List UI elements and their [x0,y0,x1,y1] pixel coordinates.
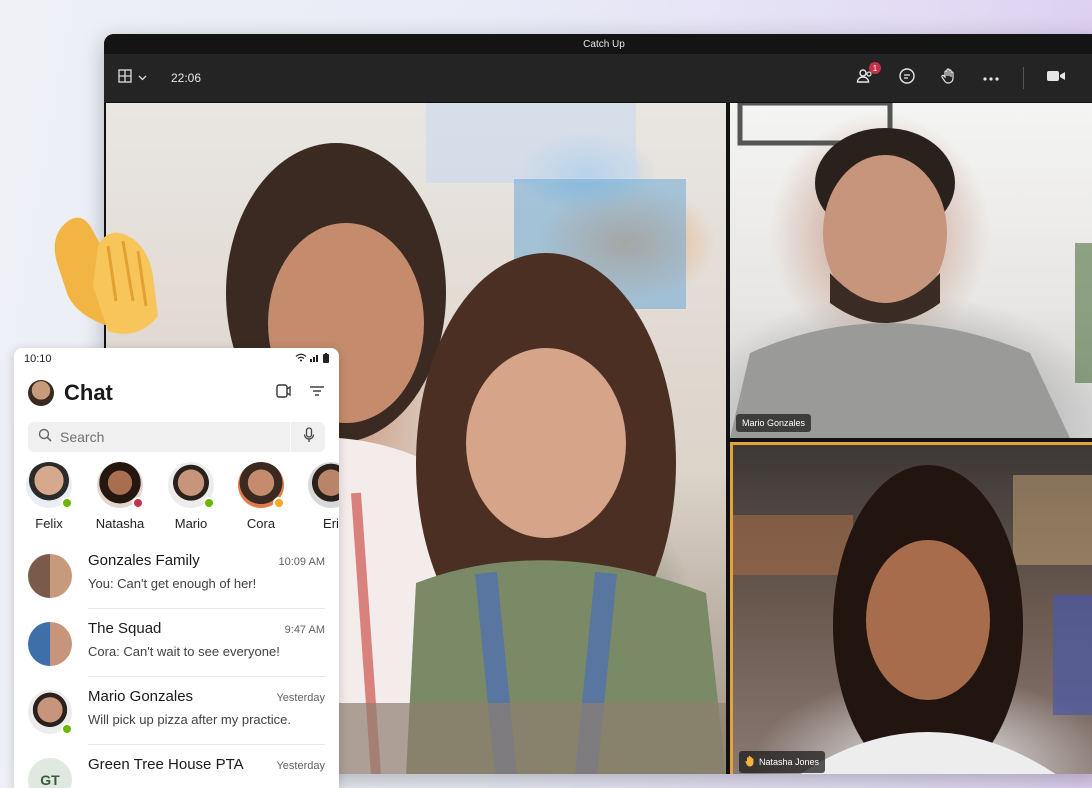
avatar [26,462,73,509]
initials-avatar: GT [28,758,72,788]
chat-preview: Cora: Can't wait to see everyone! [88,644,280,659]
group-avatar [28,554,72,598]
chat-time: Yesterday [276,760,325,772]
chat-button[interactable] [897,67,917,90]
search-divider [290,422,291,452]
layout-icon[interactable] [118,68,132,88]
status-time: 10:10 [24,353,52,365]
status-bar: 10:10 [14,348,339,370]
chat-preview: Will pick up pizza after my practice. [88,712,292,727]
search-input[interactable]: Search [28,422,325,452]
search-icon [38,428,52,447]
more-button[interactable] [981,68,1001,88]
chat-time: Yesterday [276,692,325,704]
search-placeholder: Search [60,429,105,445]
presence-available-icon [61,497,73,509]
participant-name-tag: Mario Gonzales [736,414,812,432]
favorite-name: Cora [246,516,276,531]
presence-available-icon [203,497,215,509]
video-feed-mario [730,103,1092,438]
favorite-contact[interactable]: Felix [26,462,73,534]
chat-list: Gonzales Family 10:09 AM You: Can't get … [14,540,339,788]
chat-name: The Squad [88,620,162,637]
chat-name: Gonzales Family [88,552,200,569]
window-titlebar: Catch Up [104,34,1092,54]
mobile-chat-panel: 10:10 Chat Search Felix Natasha Mario Co… [14,348,339,788]
avatar [28,690,73,735]
chat-list-item[interactable]: The Squad 9:47 AM Cora: Can't wait to se… [14,608,339,677]
raised-hand-icon [745,755,755,769]
meet-now-icon[interactable] [275,382,291,405]
participant-name: Mario Gonzales [742,418,806,428]
meeting-toolbar: 22:06 1 [104,54,1092,102]
avatar [308,462,339,508]
filter-icon[interactable] [309,384,325,403]
chat-time: 9:47 AM [284,624,325,636]
participant-name-tag: Natasha Jones [739,751,826,773]
camera-icon [1046,69,1066,88]
avatar [238,462,285,509]
toolbar-divider [1023,67,1024,89]
wifi-icon [295,353,307,365]
avatar [97,462,144,509]
chat-icon [898,67,916,90]
call-timer: 22:06 [171,71,202,85]
favorite-contact[interactable]: Mario [168,462,215,534]
clapping-hands-emoji [38,206,188,356]
presence-available-icon [61,723,73,735]
chat-list-item[interactable]: Gonzales Family 10:09 AM You: Can't get … [14,540,339,609]
chat-name: Mario Gonzales [88,688,194,705]
chat-name: Green Tree House PTA [88,756,244,773]
chevron-down-icon[interactable] [138,69,147,87]
favorite-contact[interactable]: Cora [238,462,285,534]
chat-list-item[interactable]: GT Green Tree House PTA Yesterday [14,744,339,788]
participants-badge: 1 [869,62,881,74]
favorite-name: Eri [323,516,339,531]
favorite-contact[interactable]: Natasha [96,462,144,534]
group-avatar [28,622,72,666]
favorite-name: Felix [35,516,63,531]
my-avatar[interactable] [28,380,54,406]
video-feed-natasha [733,465,1092,774]
raise-hand-icon [940,67,958,90]
video-tile-natasha[interactable]: Natasha Jones [730,442,1092,774]
avatar [168,462,215,509]
favorites-strip: Felix Natasha Mario Cora Eri [14,452,339,534]
presence-busy-icon [132,497,144,509]
window-title: Catch Up [583,38,625,50]
favorite-contact[interactable]: Eri [308,462,339,534]
chat-header: Chat [14,370,339,412]
participant-name: Natasha Jones [759,757,820,767]
people-button[interactable]: 1 [855,62,881,88]
chat-time: 10:09 AM [278,556,325,568]
presence-away-icon [273,497,285,509]
raise-hand-button[interactable] [939,67,959,90]
camera-button[interactable] [1046,68,1066,88]
favorite-name: Natasha [95,516,145,531]
chat-preview: You: Can't get enough of her! [88,576,257,591]
more-icon [982,69,1000,87]
chat-list-item[interactable]: Mario Gonzales Yesterday Will pick up pi… [14,676,339,745]
microphone-icon[interactable] [303,426,315,448]
page-title: Chat [64,380,113,405]
cellular-signal-icon [310,353,320,365]
video-tile-mario[interactable]: Mario Gonzales [730,103,1092,438]
favorite-name: Mario [174,516,208,531]
battery-icon [323,352,329,366]
